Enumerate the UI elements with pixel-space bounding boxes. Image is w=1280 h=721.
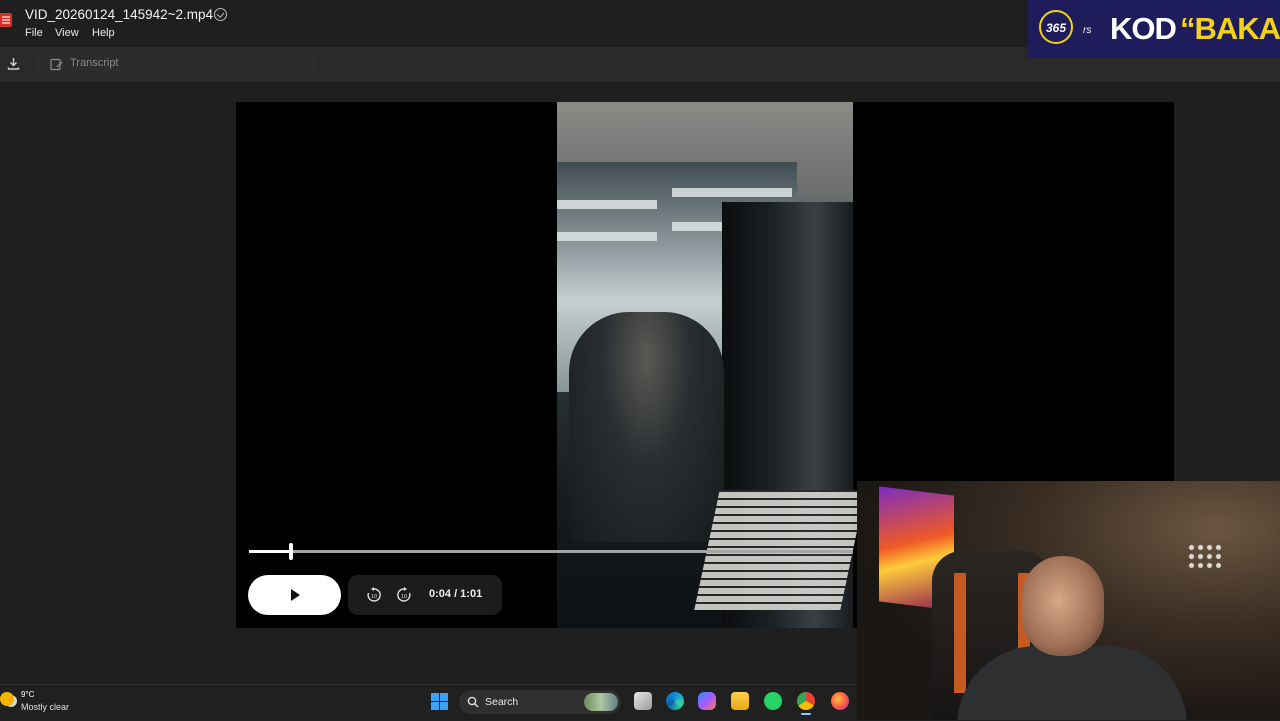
menu-file[interactable]: File — [25, 27, 43, 39]
video-person-scene — [569, 312, 724, 542]
brand-logo-circle: 365 — [1039, 10, 1073, 44]
search-icon — [467, 696, 479, 708]
start-icon[interactable] — [431, 693, 448, 710]
search-placeholder: Search — [485, 696, 519, 708]
search-highlight-icon — [584, 693, 618, 711]
taskbar — [0, 684, 856, 721]
download-button[interactable] — [0, 48, 28, 80]
playback-controls: 10 10 0:04 / 1:01 — [348, 575, 502, 615]
skip-forward-seconds: 10 — [401, 594, 407, 600]
skip-back-icon[interactable]: 10 — [365, 586, 383, 604]
taskbar-search[interactable]: Search — [459, 690, 621, 714]
whatsapp-icon[interactable] — [764, 692, 782, 710]
webcam-feed — [857, 481, 1280, 720]
task-view-icon[interactable] — [634, 692, 652, 710]
weather-description[interactable]: Mostly clear — [21, 702, 69, 712]
transcript-label: Transcript — [70, 57, 119, 69]
video-file-icon — [0, 13, 12, 27]
edge-icon[interactable] — [666, 692, 684, 710]
brand-number: 365 — [1045, 21, 1067, 35]
copilot-icon[interactable] — [698, 692, 716, 710]
file-explorer-icon[interactable] — [731, 692, 749, 710]
webcam-lights-scene — [1187, 543, 1221, 571]
saved-to-drive-icon[interactable] — [214, 8, 227, 21]
firefox-icon[interactable] — [831, 692, 849, 710]
seek-handle[interactable] — [289, 543, 293, 560]
brand-suffix: rs — [1083, 25, 1092, 36]
skip-forward-icon[interactable]: 10 — [395, 586, 413, 604]
headline-yellow: “BAKA” — [1180, 11, 1280, 46]
broadcast-logo: 365 rs KOD “BAKA” — [1028, 0, 1280, 58]
skip-back-seconds: 10 — [371, 594, 377, 600]
transcript-icon — [50, 58, 63, 71]
webcam-body — [957, 646, 1187, 720]
headline-white: KOD — [1110, 11, 1177, 46]
webcam-person-scene — [957, 556, 1187, 720]
transcript-button[interactable]: Transcript — [35, 50, 315, 78]
download-icon — [7, 58, 20, 70]
weather-temperature[interactable]: 9°C — [21, 690, 34, 699]
time-display: 0:04 / 1:01 — [429, 588, 483, 600]
seek-bar-played — [249, 550, 289, 553]
menu-view[interactable]: View — [55, 27, 79, 39]
seek-bar[interactable] — [249, 550, 853, 553]
webcam-head — [1022, 556, 1104, 656]
weather-icon[interactable] — [0, 692, 14, 706]
chrome-icon[interactable] — [797, 692, 815, 715]
menu-help[interactable]: Help — [92, 27, 115, 39]
file-title: VID_20260124_145942~2.mp4 — [25, 7, 214, 22]
play-button[interactable] — [248, 575, 341, 615]
